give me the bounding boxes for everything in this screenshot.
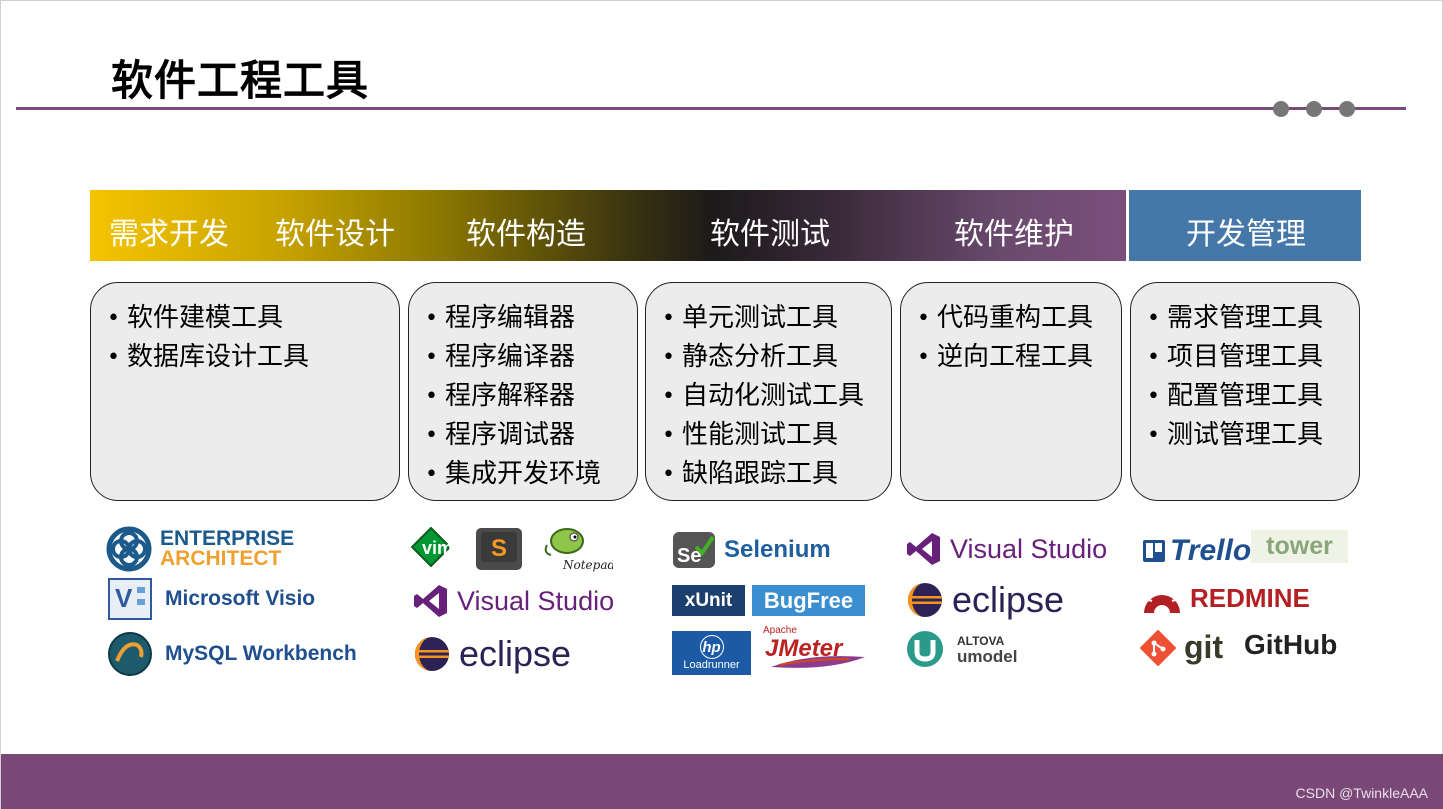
phase-label: 软件维护: [954, 217, 1074, 252]
list-item: 项目管理工具: [1131, 338, 1359, 377]
xunit-logo: xUnit: [672, 585, 745, 616]
list-item: 性能测试工具: [646, 416, 891, 455]
notepad-plus-plus-logo: Notepad++: [541, 523, 613, 575]
vim-mark: vim: [422, 538, 451, 558]
xunit-badge: xUnit: [672, 585, 745, 616]
divider-dot: [1339, 101, 1355, 117]
loadrunner-badge: hp Loadrunner: [672, 631, 751, 675]
trello-icon: [1143, 540, 1165, 562]
loadrunner-name: Loadrunner: [683, 659, 740, 671]
list-item: 集成开发环境: [409, 455, 637, 494]
eclipse-logo: eclipse: [413, 633, 571, 675]
redmine-icon: [1144, 585, 1180, 613]
tool-box-design: 软件建模工具 数据库设计工具: [90, 282, 400, 501]
list-item: 程序调试器: [409, 416, 637, 455]
jmeter-logo: Apache JMeter: [763, 625, 867, 675]
hp-icon: hp: [699, 635, 724, 659]
trello-name: Trello: [1170, 534, 1252, 567]
microsoft-visio-logo: V Microsoft Visio: [107, 577, 315, 621]
umodel-name: umodel: [957, 647, 1018, 666]
tool-box-maintenance: 代码重构工具 逆向工程工具: [900, 282, 1122, 501]
phase-label: 软件构造: [466, 217, 586, 252]
loadrunner-logo: hp Loadrunner: [672, 631, 751, 675]
list-item: 需求管理工具: [1131, 299, 1359, 338]
phase-label: 需求开发: [109, 217, 229, 252]
visual-studio-name: Visual Studio: [457, 585, 615, 616]
visual-studio-icon: [414, 585, 447, 617]
divider-dot: [1306, 101, 1322, 117]
list-item: 缺陷跟踪工具: [646, 455, 891, 494]
enterprise-architect-logo: ENTERPRISE ARCHITECT: [106, 526, 294, 572]
slide: 软件工程工具 需求开发 软件设计 软件构造 软件测试 软件维护 开发管理 软件建…: [0, 0, 1443, 809]
visio-icon: V: [108, 578, 152, 620]
enterprise-architect-icon: [106, 526, 152, 572]
list-item: 自动化测试工具: [646, 377, 891, 416]
tower-badge: tower: [1251, 530, 1348, 563]
list-item: 程序编译器: [409, 338, 637, 377]
footer-bar: [1, 754, 1443, 809]
altova-umodel-logo: ALTOVA umodel: [905, 629, 1017, 669]
selenium-name: Selenium: [724, 536, 831, 563]
apache-feather-icon: [771, 656, 865, 668]
redmine-logo: REDMINE: [1142, 581, 1310, 615]
umodel-icon: [907, 631, 943, 667]
phase-label: 软件测试: [710, 217, 830, 252]
eclipse-name: eclipse: [952, 579, 1065, 620]
eclipse-name: eclipse: [459, 633, 572, 674]
tool-box-management: 需求管理工具 项目管理工具 配置管理工具 测试管理工具: [1130, 282, 1360, 501]
mysql-workbench-logo: MySQL Workbench: [107, 631, 357, 677]
redmine-name: REDMINE: [1190, 582, 1310, 613]
divider-dot: [1273, 101, 1289, 117]
notepad-name: Notepad++: [562, 558, 613, 572]
github-name: GitHub: [1244, 629, 1338, 660]
selenium-logo: Se Selenium: [672, 531, 831, 569]
git-icon: [1140, 629, 1176, 666]
credit-watermark: CSDN @TwinkleAAA: [1295, 785, 1428, 801]
sublime-icon: S: [476, 528, 522, 570]
phase-label: 软件设计: [275, 217, 395, 252]
list-item: 逆向工程工具: [901, 338, 1121, 377]
visual-studio-name: Visual Studio: [950, 533, 1108, 564]
svg-text:V: V: [115, 583, 133, 613]
visual-studio-logo: Visual Studio: [413, 583, 614, 619]
tool-box-testing: 单元测试工具 静态分析工具 自动化测试工具 性能测试工具 缺陷跟踪工具: [645, 282, 892, 501]
ea-name-line2: ARCHITECT: [160, 547, 282, 570]
list-item: 程序编辑器: [409, 299, 637, 338]
sublime-mark: S: [491, 535, 507, 562]
sublime-logo: S: [475, 527, 523, 571]
management-label: 开发管理: [1186, 217, 1306, 252]
notepad-chameleon-icon: Notepad++: [544, 528, 613, 572]
eclipse-icon: [415, 637, 449, 671]
mysql-workbench-icon: [108, 632, 152, 676]
list-item: 代码重构工具: [901, 299, 1121, 338]
visio-name: Microsoft Visio: [165, 587, 316, 610]
tool-box-construction: 程序编辑器 程序编译器 程序解释器 程序调试器 集成开发环境: [408, 282, 638, 501]
eclipse-logo: eclipse: [906, 579, 1064, 621]
selenium-icon: Se: [673, 532, 715, 568]
list-item: 测试管理工具: [1131, 416, 1359, 455]
list-item: 单元测试工具: [646, 299, 891, 338]
visual-studio-icon: [907, 533, 940, 565]
git-name: git: [1184, 629, 1224, 665]
visual-studio-logo: Visual Studio: [906, 531, 1107, 567]
vim-logo: vim: [411, 527, 451, 567]
vim-icon: vim: [411, 527, 451, 567]
list-item: 静态分析工具: [646, 338, 891, 377]
tower-logo: tower: [1251, 530, 1348, 563]
bugfree-logo: BugFree: [752, 585, 865, 616]
github-logo: GitHub: [1244, 629, 1337, 661]
page-title: 软件工程工具: [111, 56, 370, 105]
eclipse-icon: [908, 583, 942, 617]
bugfree-badge: BugFree: [752, 585, 865, 616]
title-divider: [16, 107, 1406, 110]
ea-name-line1: ENTERPRISE: [160, 527, 295, 550]
mysql-name: MySQL Workbench: [165, 642, 357, 665]
list-item: 配置管理工具: [1131, 377, 1359, 416]
list-item: 软件建模工具: [91, 299, 399, 338]
trello-logo: Trello: [1142, 534, 1251, 568]
git-logo: git: [1140, 629, 1223, 666]
list-item: 数据库设计工具: [91, 338, 399, 377]
list-item: 程序解释器: [409, 377, 637, 416]
